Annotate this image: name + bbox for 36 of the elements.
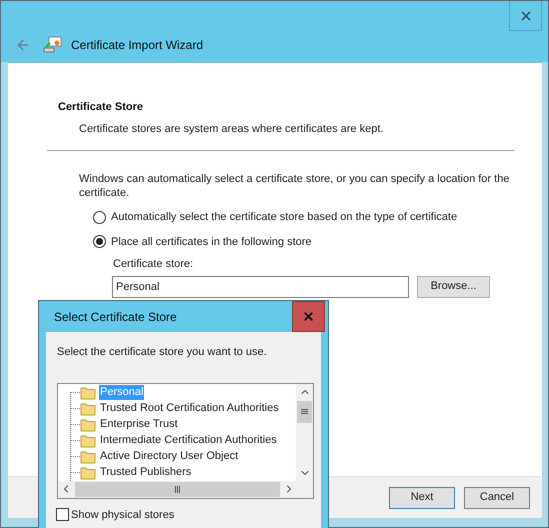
store-tree-item[interactable]: Active Directory User Object [99, 449, 240, 464]
cancel-button[interactable]: Cancel [464, 486, 530, 508]
close-button[interactable] [509, 1, 542, 31]
radio-button[interactable] [93, 210, 106, 224]
folder-icon [80, 418, 96, 432]
section-heading: Certificate Store [58, 100, 144, 115]
close-button[interactable] [292, 301, 325, 332]
store-field[interactable]: Personal [112, 276, 409, 298]
scrollbar-thumb[interactable] [75, 482, 280, 496]
store-field-label: Certificate store: [113, 257, 194, 272]
store-tree-item[interactable]: Trusted Publishers [99, 465, 192, 480]
dialog-title: Select Certificate Store [54, 308, 177, 326]
dialog-prompt: Select the certificate store you want to use. [57, 345, 268, 360]
radio-label: Automatically select the certificate store based on the type of certificate [111, 210, 458, 225]
folder-icon [80, 450, 96, 464]
scrollbar-thumb[interactable] [297, 400, 312, 422]
close-icon [302, 310, 315, 323]
checkbox[interactable] [56, 508, 69, 522]
instruction-text: Windows can automatically select a certificate store, or you can specify a location for the certificate. [79, 172, 510, 200]
certificate-icon [43, 36, 63, 54]
folder-icon [80, 402, 96, 416]
folder-icon [80, 386, 96, 400]
checkbox-label: Show physical stores [71, 508, 174, 522]
close-icon [518, 8, 532, 22]
next-button[interactable]: Next [389, 486, 455, 508]
store-tree-item[interactable]: Enterprise Trust [99, 417, 179, 432]
radio-button[interactable] [93, 235, 106, 248]
browse-button[interactable]: Browse... [417, 276, 490, 298]
folder-icon [80, 434, 96, 448]
horizontal-scrollbar[interactable] [58, 480, 313, 498]
store-tree-item[interactable]: Intermediate Certification Authorities [99, 433, 278, 448]
vertical-scrollbar[interactable] [296, 384, 313, 480]
window-title: Certificate Import Wizard [71, 37, 204, 54]
section-description: Certificate stores are system areas where certificates are kept. [79, 122, 384, 136]
radio-label: Place all certificates in the following store [111, 234, 312, 250]
store-tree-item[interactable]: Trusted Root Certification Authorities [99, 401, 280, 416]
